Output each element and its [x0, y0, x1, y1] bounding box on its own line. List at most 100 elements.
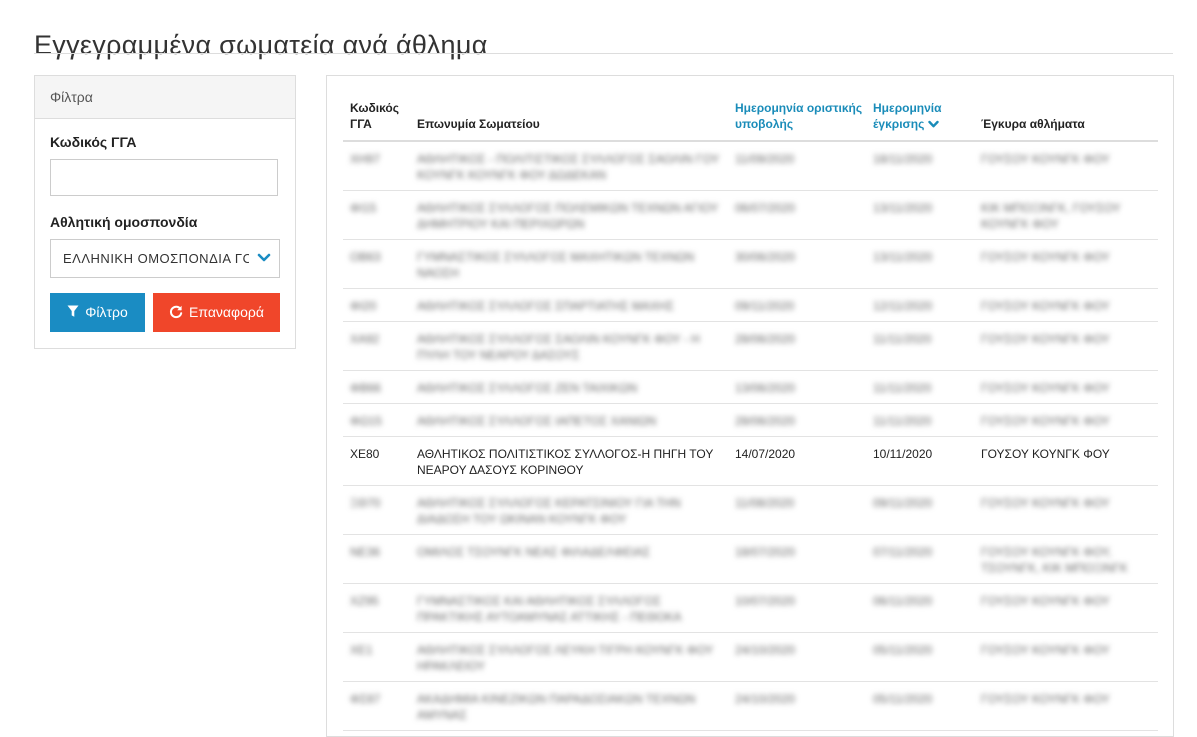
- cell-code: ΝΕ36: [350, 545, 381, 559]
- table-row[interactable]: ΧΗ97 ΑΘΛΗΤΙΚΟΣ - ΠΟΛΙΤΙΣΤΙΚΟΣ ΣΥΛΛΟΓΟΣ ΣΑ…: [343, 142, 1158, 191]
- page-title: Εγγεγραμμένα σωματεία ανά άθλημα: [34, 30, 488, 61]
- table-body: ΧΗ97 ΑΘΛΗΤΙΚΟΣ - ΠΟΛΙΤΙΣΤΙΚΟΣ ΣΥΛΛΟΓΟΣ ΣΑ…: [343, 142, 1158, 731]
- cell-code: ΦΩ15: [350, 414, 382, 428]
- cell-code: ΧΖ95: [350, 594, 379, 608]
- cell-submission-date: 24/10/2020: [735, 643, 796, 657]
- table-row[interactable]: ΝΕ36 ΟΜΙΛΟΣ ΤΣΟΥΝΓΚ ΝΕΑΣ ΦΙΛΑΔΕΛΦΕΙΑΣ 18/0…: [343, 535, 1158, 584]
- funnel-icon: [67, 305, 79, 318]
- cell-approval-date: 13/11/2020: [873, 201, 933, 215]
- cell-code: ΦΙ15: [350, 201, 377, 215]
- table-row[interactable]: ΦΒ66 ΑΘΛΗΤΙΚΟΣ ΣΥΛΛΟΓΟΣ ΖΕΝ ΤΑΙΧΙΚΩΝ 13/06…: [343, 371, 1158, 404]
- cell-valid-sports: ΓΟΥΣΟΥ ΚΟΥΝΓΚ ΦΟΥ: [981, 496, 1110, 510]
- results-panel: Κωδικός ΓΓΑ Επωνυμία Σωματείου Ημερομηνί…: [326, 75, 1174, 737]
- federation-select[interactable]: ΕΛΛΗΝΙΚΗ ΟΜΟΣΠΟΝΔΙΑ ΓΟΥΣΟΥ: [50, 239, 280, 278]
- cell-approval-date: 10/11/2020: [873, 447, 933, 461]
- filter-panel-title: Φίλτρα: [35, 76, 295, 119]
- cell-name: ΑΘΛΗΤΙΚΟΣ ΣΥΛΛΟΓΟΣ ΚΕΡΑΤΣΙΝΙΟΥ ΓΙΑ ΤΗΝ Δ…: [417, 496, 681, 526]
- cell-valid-sports: ΚΙΚ ΜΠΟΞΙΝΓΚ, ΓΟΥΣΟΥ ΚΟΥΝΓΚ ΦΟΥ: [981, 201, 1121, 231]
- cell-name: ΑΘΛΗΤΙΚΟΣ ΣΥΛΛΟΓΟΣ ΛΕΥΚΗ ΤΙΓΡΗ ΚΟΥΝΓΚ ΦΟ…: [417, 643, 714, 673]
- column-header-name: Επωνυμία Σωματείου: [417, 117, 540, 131]
- sort-desc-chevron-icon: [927, 121, 939, 128]
- cell-name: ΓΥΜΝΑΣΤΙΚΟΣ ΣΥΛΛΟΓΟΣ ΜΑΧΗΤΙΚΩΝ ΤΕΧΝΩΝ ΝΑ…: [417, 250, 695, 280]
- cell-valid-sports: ΓΟΥΣΟΥ ΚΟΥΝΓΚ ΦΟΥ: [981, 594, 1110, 608]
- cell-code: ΧΕ80: [350, 447, 380, 461]
- title-divider: [34, 53, 1173, 54]
- cell-submission-date: 09/11/2020: [735, 299, 795, 313]
- filter-button[interactable]: Φίλτρο: [50, 293, 145, 332]
- cell-name: ΑΚΑΔΗΜΙΑ ΚΙΝΕΖΙΚΩΝ ΠΑΡΑΔΟΣΙΑΚΩΝ ΤΕΧΝΩΝ Α…: [417, 692, 696, 722]
- cell-submission-date: 24/10/2020: [735, 692, 796, 706]
- cell-name: ΑΘΛΗΤΙΚΟΣ - ΠΟΛΙΤΙΣΤΙΚΟΣ ΣΥΛΛΟΓΟΣ ΣΑΟΛΙΝ…: [417, 152, 720, 182]
- cell-approval-date: 06/11/2020: [873, 594, 933, 608]
- cell-code: ΞΘ70: [350, 496, 381, 510]
- cell-valid-sports: ΓΟΥΣΟΥ ΚΟΥΝΓΚ ΦΟΥ: [981, 332, 1110, 346]
- cell-name: ΟΜΙΛΟΣ ΤΣΟΥΝΓΚ ΝΕΑΣ ΦΙΛΑΔΕΛΦΕΙΑΣ: [417, 545, 651, 559]
- cell-submission-date: 28/06/2020: [735, 414, 796, 428]
- reset-button[interactable]: Επαναφορά: [153, 293, 280, 332]
- table-row[interactable]: ΧΑ92 ΑΘΛΗΤΙΚΟΣ ΣΥΛΛΟΓΟΣ ΣΑΟΛΙΝ ΚΟΥΝΓΚ ΦΟΥ…: [343, 322, 1158, 371]
- cell-approval-date: 11/11/2020: [873, 332, 932, 346]
- cell-approval-date: 13/11/2020: [873, 250, 933, 264]
- cell-valid-sports: ΓΟΥΣΟΥ ΚΟΥΝΓΚ ΦΟΥ: [981, 381, 1110, 395]
- cell-valid-sports: ΓΟΥΣΟΥ ΚΟΥΝΓΚ ΦΟΥ: [981, 447, 1110, 461]
- cell-approval-date: 11/11/2020: [873, 414, 932, 428]
- cell-code: ΦΙ20: [350, 299, 377, 313]
- cell-code: ΧΕ1: [350, 643, 373, 657]
- cell-submission-date: 11/09/2020: [735, 152, 795, 166]
- cell-name: ΑΘΛΗΤΙΚΟΣ ΣΥΛΛΟΓΟΣ ΠΟΛΕΜΙΚΩΝ ΤΕΧΝΩΝ ΑΓΙΟ…: [417, 201, 719, 231]
- column-header-approval-date[interactable]: Ημερομηνία έγκρισης: [873, 100, 953, 132]
- federation-label: Αθλητική ομοσπονδία: [50, 214, 198, 230]
- gga-code-input[interactable]: [50, 159, 278, 196]
- table-row[interactable]: ΦΙ15 ΑΘΛΗΤΙΚΟΣ ΣΥΛΛΟΓΟΣ ΠΟΛΕΜΙΚΩΝ ΤΕΧΝΩΝ …: [343, 191, 1158, 240]
- table-row[interactable]: ΧΖ95 ΓΥΜΝΑΣΤΙΚΟΣ ΚΑΙ ΑΘΛΗΤΙΚΟΣ ΣΥΛΛΟΓΟΣ Π…: [343, 584, 1158, 633]
- column-header-submission-date[interactable]: Ημερομηνία οριστικής υποβολής: [735, 100, 865, 132]
- filter-panel: Φίλτρα Κωδικός ΓΓΑ Αθλητική ομοσπονδία Ε…: [34, 75, 296, 349]
- cell-valid-sports: ΓΟΥΣΟΥ ΚΟΥΝΓΚ ΦΟΥ: [981, 414, 1110, 428]
- reset-button-label: Επαναφορά: [189, 304, 264, 320]
- cell-valid-sports: ΓΟΥΣΟΥ ΚΟΥΝΓΚ ΦΟΥ: [981, 643, 1110, 657]
- cell-name: ΑΘΛΗΤΙΚΟΣ ΣΥΛΛΟΓΟΣ ΖΕΝ ΤΑΙΧΙΚΩΝ: [417, 381, 638, 395]
- cell-code: ΟΒ63: [350, 250, 381, 264]
- gga-code-label: Κωδικός ΓΓΑ: [50, 134, 137, 150]
- cell-valid-sports: ΓΟΥΣΟΥ ΚΟΥΝΓΚ ΦΟΥ: [981, 692, 1110, 706]
- cell-approval-date: 09/11/2020: [873, 496, 933, 510]
- filter-button-label: Φίλτρο: [85, 304, 128, 320]
- cell-name: ΑΘΛΗΤΙΚΟΣ ΣΥΛΛΟΓΟΣ ΣΠΑΡΤΙΑΤΗΣ ΜΑΧΗΣ: [417, 299, 674, 313]
- table-row[interactable]: ΦΙ20 ΑΘΛΗΤΙΚΟΣ ΣΥΛΛΟΓΟΣ ΣΠΑΡΤΙΑΤΗΣ ΜΑΧΗΣ 0…: [343, 289, 1158, 322]
- table-row[interactable]: ΦΣ87 ΑΚΑΔΗΜΙΑ ΚΙΝΕΖΙΚΩΝ ΠΑΡΑΔΟΣΙΑΚΩΝ ΤΕΧΝ…: [343, 682, 1158, 731]
- cell-valid-sports: ΓΟΥΣΟΥ ΚΟΥΝΓΚ ΦΟΥ: [981, 250, 1110, 264]
- cell-name: ΑΘΛΗΤΙΚΟΣ ΠΟΛΙΤΙΣΤΙΚΟΣ ΣΥΛΛΟΓΟΣ-Η ΠΗΓΗ Τ…: [417, 447, 714, 477]
- table-row[interactable]: ΟΒ63 ΓΥΜΝΑΣΤΙΚΟΣ ΣΥΛΛΟΓΟΣ ΜΑΧΗΤΙΚΩΝ ΤΕΧΝΩ…: [343, 240, 1158, 289]
- cell-code: ΧΗ97: [350, 152, 381, 166]
- table-row[interactable]: ΧΕ80 ΑΘΛΗΤΙΚΟΣ ΠΟΛΙΤΙΣΤΙΚΟΣ ΣΥΛΛΟΓΟΣ-Η ΠΗ…: [343, 437, 1158, 486]
- cell-approval-date: 05/11/2020: [873, 643, 933, 657]
- table-header: Κωδικός ΓΓΑ Επωνυμία Σωματείου Ημερομηνί…: [343, 76, 1158, 142]
- table-row[interactable]: ΞΘ70 ΑΘΛΗΤΙΚΟΣ ΣΥΛΛΟΓΟΣ ΚΕΡΑΤΣΙΝΙΟΥ ΓΙΑ Τ…: [343, 486, 1158, 535]
- cell-approval-date: 05/11/2020: [873, 692, 933, 706]
- cell-approval-date: 11/11/2020: [873, 381, 932, 395]
- cell-submission-date: 10/07/2020: [735, 594, 796, 608]
- column-header-valid-sports: Έγκυρα αθλήματα: [981, 117, 1085, 131]
- cell-submission-date: 13/06/2020: [735, 381, 796, 395]
- cell-submission-date: 11/08/2020: [735, 496, 795, 510]
- cell-approval-date: 18/11/2020: [873, 152, 933, 166]
- cell-submission-date: 14/07/2020: [735, 447, 796, 461]
- cell-code: ΧΑ92: [350, 332, 380, 346]
- cell-code: ΦΒ66: [350, 381, 381, 395]
- cell-submission-date: 18/07/2020: [735, 545, 796, 559]
- cell-code: ΦΣ87: [350, 692, 381, 706]
- cell-approval-date: 07/11/2020: [873, 545, 933, 559]
- cell-submission-date: 28/06/2020: [735, 332, 796, 346]
- cell-name: ΓΥΜΝΑΣΤΙΚΟΣ ΚΑΙ ΑΘΛΗΤΙΚΟΣ ΣΥΛΛΟΓΟΣ ΠΡΑΚΤ…: [417, 594, 682, 624]
- table-row[interactable]: ΧΕ1 ΑΘΛΗΤΙΚΟΣ ΣΥΛΛΟΓΟΣ ΛΕΥΚΗ ΤΙΓΡΗ ΚΟΥΝΓΚ…: [343, 633, 1158, 682]
- federation-selected-value: ΕΛΛΗΝΙΚΗ ΟΜΟΣΠΟΝΔΙΑ ΓΟΥΣΟΥ: [63, 251, 249, 266]
- cell-approval-date: 12/11/2020: [873, 299, 933, 313]
- column-header-code: Κωδικός ΓΓΑ: [350, 101, 400, 131]
- chevron-down-icon: [255, 240, 273, 277]
- refresh-icon: [170, 305, 183, 318]
- cell-submission-date: 06/07/2020: [735, 201, 796, 215]
- cell-valid-sports: ΓΟΥΣΟΥ ΚΟΥΝΓΚ ΦΟΥ: [981, 152, 1110, 166]
- cell-submission-date: 30/06/2020: [735, 250, 796, 264]
- table-row[interactable]: ΦΩ15 ΑΘΛΗΤΙΚΟΣ ΣΥΛΛΟΓΟΣ ΙΑΠΕΤΟΣ ΧΑΝΙΩΝ 28/…: [343, 404, 1158, 437]
- cell-valid-sports: ΓΟΥΣΟΥ ΚΟΥΝΓΚ ΦΟΥ: [981, 299, 1110, 313]
